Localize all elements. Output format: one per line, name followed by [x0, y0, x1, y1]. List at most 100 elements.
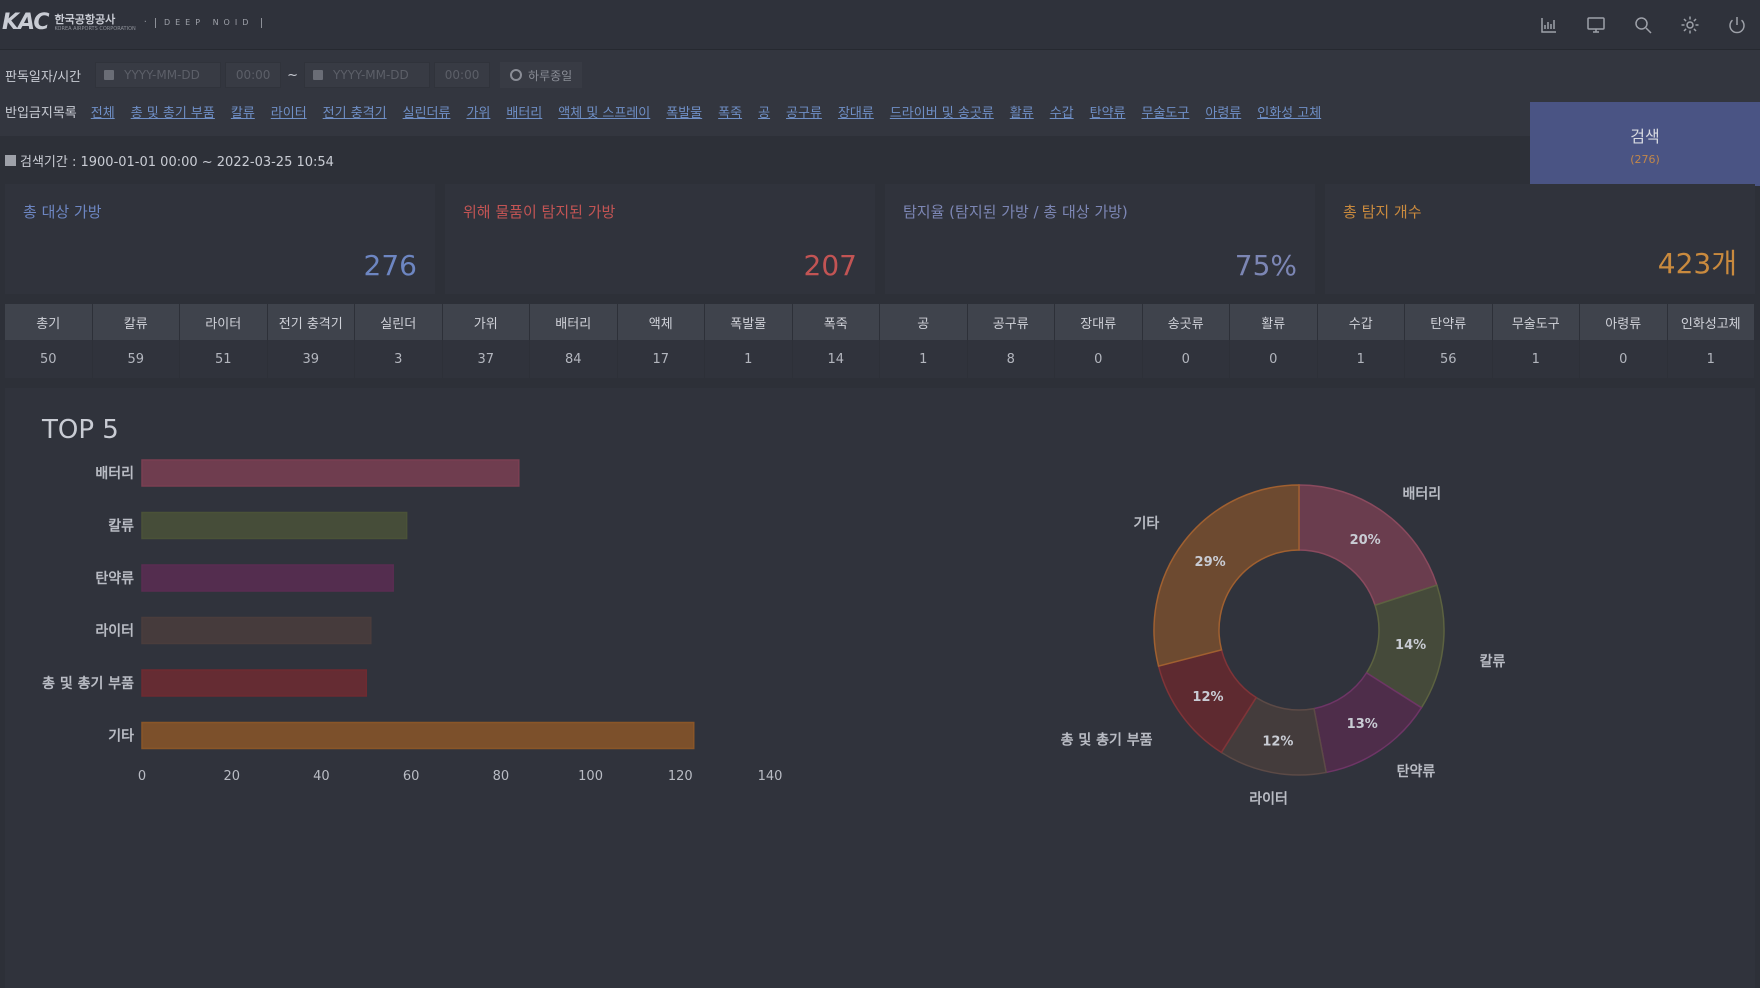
table-cell: 17 — [618, 340, 705, 378]
category-link[interactable]: 액체 및 스프레이 — [558, 106, 650, 121]
start-time-placeholder: 00:00 — [235, 68, 271, 82]
table-header-cell: 총기 — [5, 304, 93, 340]
date-label: 판독일자/시간 — [5, 69, 82, 85]
end-date-placeholder: YYYY-MM-DD — [333, 68, 409, 82]
table-cell: 1 — [880, 340, 968, 378]
card-title: 총 탐지 개수 — [1343, 203, 1422, 221]
clock-icon — [510, 69, 523, 81]
table-cell: 56 — [1405, 340, 1493, 378]
card-title: 총 대상 가방 — [23, 203, 102, 221]
category-link[interactable]: 전기 충격기 — [323, 106, 387, 121]
table-cell: 1 — [1493, 340, 1580, 378]
end-date-input[interactable]: YYYY-MM-DD — [304, 62, 431, 88]
start-date-placeholder: YYYY-MM-DD — [124, 68, 200, 82]
category-link[interactable]: 전체 — [91, 106, 115, 121]
all-day-toggle[interactable]: 하루종일 — [500, 62, 583, 88]
search-button[interactable]: 검색 (276) — [1530, 102, 1760, 186]
table-row: 50 59 51 39 3 37 84 17 1 14 1 8 0 0 0 1 56 1 0 1 — [5, 340, 1755, 378]
donut-percent-label: 14% — [1395, 638, 1426, 653]
table-header-cell: 액체 — [618, 304, 705, 340]
donut-category-label: 탄약류 — [1397, 763, 1436, 780]
table-cell: 0 — [1143, 340, 1230, 378]
top5-donut-chart: 20% 배터리 14% 칼류 13% 탄약류 12% 라이터 12% 총 및 총기 부품 29% 기타 — [1061, 484, 1506, 808]
search-period-text: 검색기간 : 1900-01-01 00:00 ~ 2022-03-25 10:… — [20, 155, 334, 170]
category-link[interactable]: 공 — [758, 106, 770, 121]
table-header-cell: 수갑 — [1318, 304, 1405, 340]
table-header-cell: 공 — [880, 304, 968, 340]
category-link[interactable]: 아령류 — [1205, 106, 1241, 121]
table-cell: 39 — [268, 340, 355, 378]
category-link[interactable]: 수갑 — [1050, 106, 1074, 121]
table-cell: 84 — [530, 340, 618, 378]
category-link[interactable]: 드라이버 및 송곳류 — [890, 106, 994, 121]
table-header-cell: 실린더 — [355, 304, 443, 340]
donut-percent-label: 29% — [1195, 555, 1226, 570]
category-link[interactable]: 칼류 — [231, 106, 255, 121]
calendar-icon — [104, 70, 115, 80]
power-icon[interactable] — [1713, 0, 1760, 50]
donut-category-label: 총 및 총기 부품 — [1061, 732, 1153, 749]
table-header-cell: 라이터 — [180, 304, 268, 340]
category-link[interactable]: 배터리 — [506, 106, 542, 121]
table-header-cell: 배터리 — [530, 304, 618, 340]
table-cell: 59 — [93, 340, 180, 378]
calendar-icon — [5, 155, 16, 166]
table-cell: 37 — [443, 340, 530, 378]
search-result-count: (276) — [1630, 152, 1660, 166]
category-count-table: 총기 칼류 라이터 전기 충격기 실린더 가위 배터리 액체 폭발물 폭죽 공 공구류 장대류 송곳류 활류… — [5, 304, 1755, 378]
chart-icon[interactable] — [1525, 0, 1572, 50]
category-link[interactable]: 인화성 고체 — [1257, 106, 1321, 121]
date-filter-row: 판독일자/시간 YYYY-MM-DD 00:00 ~ YYYY-MM-DD 00… — [5, 62, 583, 88]
table-cell: 0 — [1580, 340, 1668, 378]
category-link[interactable]: 실린더류 — [403, 106, 451, 121]
donut-slice[interactable] — [1153, 484, 1300, 667]
table-cell: 8 — [968, 340, 1055, 378]
logo-english: KOREA AIRPORTS CORPORATION — [54, 25, 136, 32]
table-header-cell: 가위 — [443, 304, 530, 340]
logo-separator: · — [143, 17, 147, 28]
monitor-icon[interactable] — [1572, 0, 1619, 50]
table-header-row: 총기 칼류 라이터 전기 충격기 실린더 가위 배터리 액체 폭발물 폭죽 공 공구류 장대류 송곳류 활류… — [5, 304, 1755, 340]
donut-percent-label: 12% — [1192, 690, 1223, 705]
category-link[interactable]: 라이터 — [271, 106, 307, 121]
table-cell: 51 — [180, 340, 268, 378]
table-cell: 1 — [1668, 340, 1755, 378]
table-header-cell: 폭죽 — [793, 304, 880, 340]
donut-category-label: 라이터 — [1249, 791, 1288, 808]
table-header-cell: 인화성고체 — [1668, 304, 1755, 340]
table-header-cell: 아령류 — [1580, 304, 1668, 340]
donut-category-label: 기타 — [1133, 516, 1159, 532]
category-link[interactable]: 총 및 총기 부품 — [131, 106, 215, 121]
category-link[interactable]: 탄약류 — [1090, 106, 1126, 121]
header-toolbar — [1525, 0, 1760, 50]
category-link[interactable]: 무술도구 — [1142, 106, 1190, 121]
donut-percent-label: 12% — [1262, 735, 1293, 750]
category-link[interactable]: 장대류 — [838, 106, 874, 121]
table-header-cell: 장대류 — [1055, 304, 1143, 340]
category-link[interactable]: 활류 — [1010, 106, 1034, 121]
table-cell: 3 — [355, 340, 443, 378]
category-link[interactable]: 공구류 — [786, 106, 822, 121]
category-link[interactable]: 폭발물 — [666, 106, 702, 121]
table-header-cell: 전기 충격기 — [268, 304, 355, 340]
end-time-input[interactable]: 00:00 — [434, 62, 491, 88]
table-header-cell: 무술도구 — [1493, 304, 1580, 340]
category-link[interactable]: 폭죽 — [718, 106, 742, 121]
gear-icon[interactable] — [1666, 0, 1713, 50]
card-value: 207 — [803, 249, 857, 282]
top-header: KAC 한국공항공사 KOREA AIRPORTS CORPORATION · … — [0, 0, 1760, 50]
card-title: 위해 물품이 탐지된 가방 — [463, 203, 616, 221]
category-links: 전체 총 및 총기 부품 칼류 라이터 전기 충격기 실린더류 가위 배터리 액체 및 스프레이… — [91, 102, 1337, 121]
donut-category-label: 칼류 — [1480, 654, 1506, 670]
category-link[interactable]: 가위 — [466, 106, 490, 121]
end-time-placeholder: 00:00 — [444, 68, 480, 82]
card-detection-rate: 탐지율 (탐지된 가방 / 총 대상 가방) 75% — [885, 184, 1315, 294]
table-cell: 14 — [793, 340, 880, 378]
table-header-cell: 송곳류 — [1143, 304, 1230, 340]
start-date-input[interactable]: YYYY-MM-DD — [95, 62, 222, 88]
date-range-separator: ~ — [287, 67, 299, 83]
table-header-cell: 폭발물 — [705, 304, 793, 340]
table-cell: 0 — [1230, 340, 1318, 378]
start-time-input[interactable]: 00:00 — [225, 62, 282, 88]
search-icon[interactable] — [1619, 0, 1666, 50]
